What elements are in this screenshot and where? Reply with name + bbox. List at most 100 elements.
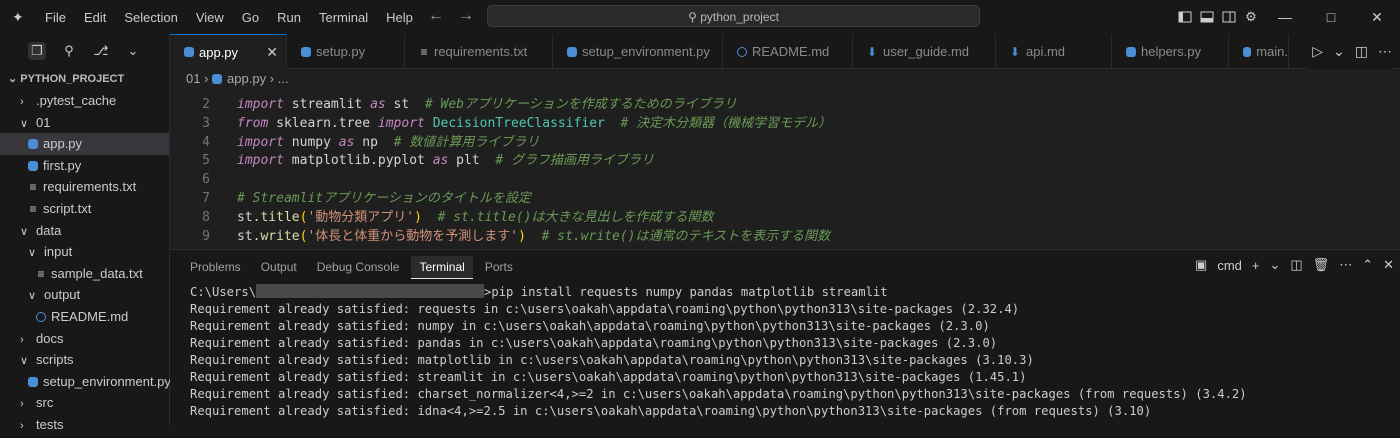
bottom-panel: Problems Output Debug Console Terminal Ports… xyxy=(170,249,1400,426)
maximize-panel-icon[interactable]: ⌃ xyxy=(1362,257,1373,273)
chevron-right-icon: › xyxy=(20,419,24,432)
tree-item[interactable]: ∨ 01 xyxy=(0,112,169,134)
breadcrumb-file[interactable]: app.py xyxy=(227,71,266,86)
panel-tab-ports[interactable]: Ports xyxy=(477,256,521,278)
markdown-file-icon: ⬇ xyxy=(867,44,878,59)
tree-item[interactable]: ∨ data xyxy=(0,220,169,242)
panel-tab-terminal[interactable]: Terminal xyxy=(411,256,473,279)
close-tab-icon[interactable]: ✕ xyxy=(266,44,278,61)
code-token: st. xyxy=(237,228,261,244)
split-terminal-icon[interactable]: ◫ xyxy=(1290,257,1302,273)
code-token: sklearn.tree xyxy=(268,115,378,131)
panel-tab-problems[interactable]: Problems xyxy=(182,256,249,278)
line-number: 4 xyxy=(202,134,210,150)
explorer-root-header[interactable]: ⌄ PYTHON_PROJECT xyxy=(0,68,169,90)
editor-tab[interactable]: setup_environment.py xyxy=(553,34,723,69)
chevron-down-icon[interactable]: ⌄ xyxy=(124,42,142,60)
tree-item[interactable]: ≡ sample_data.txt xyxy=(0,263,169,285)
terminal-output[interactable]: C:\Users\ >pip install requests numpy pan… xyxy=(190,284,1390,420)
tree-item[interactable]: › src xyxy=(0,392,169,414)
code-line: 2 import streamlit as st # Webアプリケーションを作成… xyxy=(170,95,737,114)
chevron-right-icon: › xyxy=(20,333,24,346)
tree-item-label: sample_data.txt xyxy=(51,265,143,281)
chevron-down-icon[interactable]: ⌄ xyxy=(1333,43,1345,60)
run-icon[interactable]: ▷ xyxy=(1312,43,1323,60)
gear-icon[interactable]: ⚙ xyxy=(1240,6,1262,28)
tree-item[interactable]: README.md xyxy=(0,306,169,328)
toggle-panel-icon[interactable] xyxy=(1196,6,1218,28)
panel-tab-output[interactable]: Output xyxy=(253,256,305,278)
tree-item[interactable]: ∨ output xyxy=(0,284,169,306)
code-token: plt xyxy=(448,153,496,169)
menu-item-terminal[interactable]: Terminal xyxy=(310,10,377,25)
menu-item-file[interactable]: File xyxy=(36,10,75,25)
editor-tab[interactable]: app.py ✕ xyxy=(170,34,287,69)
code-token: import xyxy=(237,97,284,112)
editor-tab[interactable]: setup.py xyxy=(287,34,405,69)
menu-item-run[interactable]: Run xyxy=(268,10,310,25)
shell-name[interactable]: cmd xyxy=(1217,258,1242,273)
close-panel-icon[interactable]: ✕ xyxy=(1383,257,1394,273)
line-number: 3 xyxy=(202,115,210,131)
tree-item[interactable]: › docs xyxy=(0,328,169,350)
minimize-button[interactable]: — xyxy=(1262,0,1308,34)
line-number: 2 xyxy=(202,97,210,112)
tree-item[interactable]: setup_environment.py xyxy=(0,371,171,393)
editor-tab[interactable]: ≡ requirements.txt xyxy=(405,34,553,69)
close-window-button[interactable]: ✕ xyxy=(1354,0,1400,34)
split-editor-icon[interactable]: ◫ xyxy=(1355,43,1368,60)
menu-item-edit[interactable]: Edit xyxy=(75,10,115,25)
code-editor[interactable]: 2 import streamlit as st # Webアプリケーションを作成… xyxy=(170,89,1400,249)
panel-tab-debug-console[interactable]: Debug Console xyxy=(309,256,408,278)
tree-item[interactable]: app.py xyxy=(0,133,169,155)
code-token: # Streamlitアプリケーションのタイトルを設定 xyxy=(237,191,531,206)
chevron-down-icon[interactable]: ⌄ xyxy=(1269,257,1280,273)
chevron-right-icon: › xyxy=(20,398,24,411)
back-arrow-icon[interactable]: ← xyxy=(428,7,444,25)
tree-item[interactable]: ∨ scripts xyxy=(0,349,169,371)
more-actions-icon[interactable]: ⋯ xyxy=(1339,257,1352,273)
new-terminal-icon[interactable]: + xyxy=(1252,258,1260,273)
tree-item[interactable]: › .pytest_cache xyxy=(0,90,169,112)
tree-item[interactable]: ≡ requirements.txt xyxy=(0,176,169,198)
tree-item-label: output xyxy=(44,287,81,303)
command-center-search[interactable]: ⚲ python_project xyxy=(487,5,980,27)
search-icon[interactable]: ⚲ xyxy=(60,42,78,60)
toggle-secondary-sidebar-icon[interactable] xyxy=(1218,6,1240,28)
tree-item-label: setup_environment.py xyxy=(43,373,171,389)
code-token: # st.write()は通常のテキストを表示する関数 xyxy=(541,228,831,244)
menu-item-view[interactable]: View xyxy=(187,10,233,25)
tab-label: main. xyxy=(1256,44,1288,59)
menu-item-help[interactable]: Help xyxy=(377,10,422,25)
code-line: 3 from sklearn.tree import DecisionTreeCl… xyxy=(170,114,831,133)
redacted-username xyxy=(256,284,485,298)
python-file-icon xyxy=(28,376,38,387)
forward-arrow-icon[interactable]: → xyxy=(458,7,474,25)
code-token: # Webアプリケーションを作成するためのライブラリ xyxy=(424,97,737,112)
editor-tab[interactable]: ⬇ user_guide.md xyxy=(853,34,996,69)
editor-tab[interactable]: README.md xyxy=(723,34,853,69)
trash-icon[interactable]: 🗑 xyxy=(1313,257,1330,273)
tree-item[interactable]: ≡ script.txt xyxy=(0,198,169,220)
editor-tab[interactable]: helpers.py xyxy=(1112,34,1229,69)
breadcrumb: 01 › app.py › ... xyxy=(170,69,1400,89)
code-token: DecisionTreeClassifier xyxy=(432,115,605,131)
code-line: 6 xyxy=(170,170,237,189)
source-control-icon[interactable]: ⎇ xyxy=(92,42,110,60)
tree-item[interactable]: › tests xyxy=(0,414,169,436)
editor-tab[interactable]: main. xyxy=(1229,34,1289,69)
breadcrumb-folder[interactable]: 01 xyxy=(186,71,200,86)
tree-item[interactable]: first.py xyxy=(0,155,169,177)
menu-item-selection[interactable]: Selection xyxy=(115,10,186,25)
editor-tab[interactable]: ⬇ api.md xyxy=(996,34,1112,69)
maximize-button[interactable]: □ xyxy=(1308,0,1354,34)
menu-item-go[interactable]: Go xyxy=(233,10,268,25)
breadcrumb-more[interactable]: ... xyxy=(278,71,289,86)
more-actions-icon[interactable]: ⋯ xyxy=(1378,43,1392,60)
tree-item[interactable]: ∨ input xyxy=(0,241,169,263)
terminal-line: Requirement already satisfied: requests … xyxy=(190,302,1020,316)
explorer-files-icon[interactable]: ❐ xyxy=(28,42,46,60)
toggle-primary-sidebar-icon[interactable] xyxy=(1174,6,1196,28)
